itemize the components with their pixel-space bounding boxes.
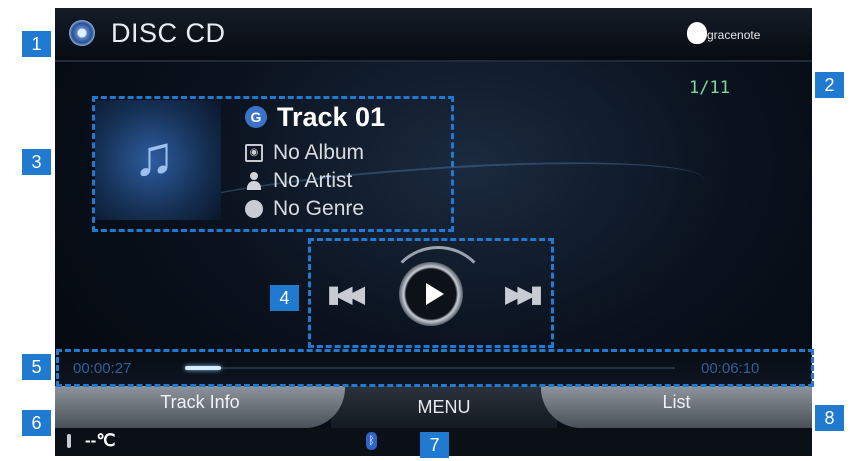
source-title: DISC CD <box>111 18 226 48</box>
tab-track-info[interactable]: Track Info <box>55 386 345 428</box>
callout-1: 1 <box>22 31 51 57</box>
track-counter: 1/11 <box>689 78 730 98</box>
temperature-readout: --℃ <box>85 431 116 450</box>
callout-6: 6 <box>22 410 51 436</box>
callout-4: 4 <box>270 285 299 311</box>
tab-menu[interactable]: MENU <box>331 386 557 428</box>
callout-5: 5 <box>22 354 51 380</box>
gracenote-logo-icon <box>687 22 707 44</box>
callout-box-progress <box>56 349 814 387</box>
callout-2: 2 <box>815 72 844 98</box>
bottom-tabs: MENU Track Info List <box>55 386 812 428</box>
callout-3: 3 <box>22 149 51 175</box>
disc-icon <box>69 20 95 46</box>
head-unit-screen: DISC CD gracenote 1/11 ♫ G Track 01 ◉ No… <box>55 8 812 456</box>
bluetooth-icon: ᛒ <box>366 432 377 450</box>
callout-8: 8 <box>815 405 844 431</box>
thermometer-icon <box>67 434 71 448</box>
callout-7: 7 <box>420 432 449 458</box>
tab-list[interactable]: List <box>541 386 812 428</box>
gracenote-brand: gracenote <box>707 28 761 42</box>
top-bar: DISC CD gracenote <box>55 8 812 62</box>
callout-box-track-info <box>92 96 454 232</box>
callout-box-controls <box>308 238 554 348</box>
